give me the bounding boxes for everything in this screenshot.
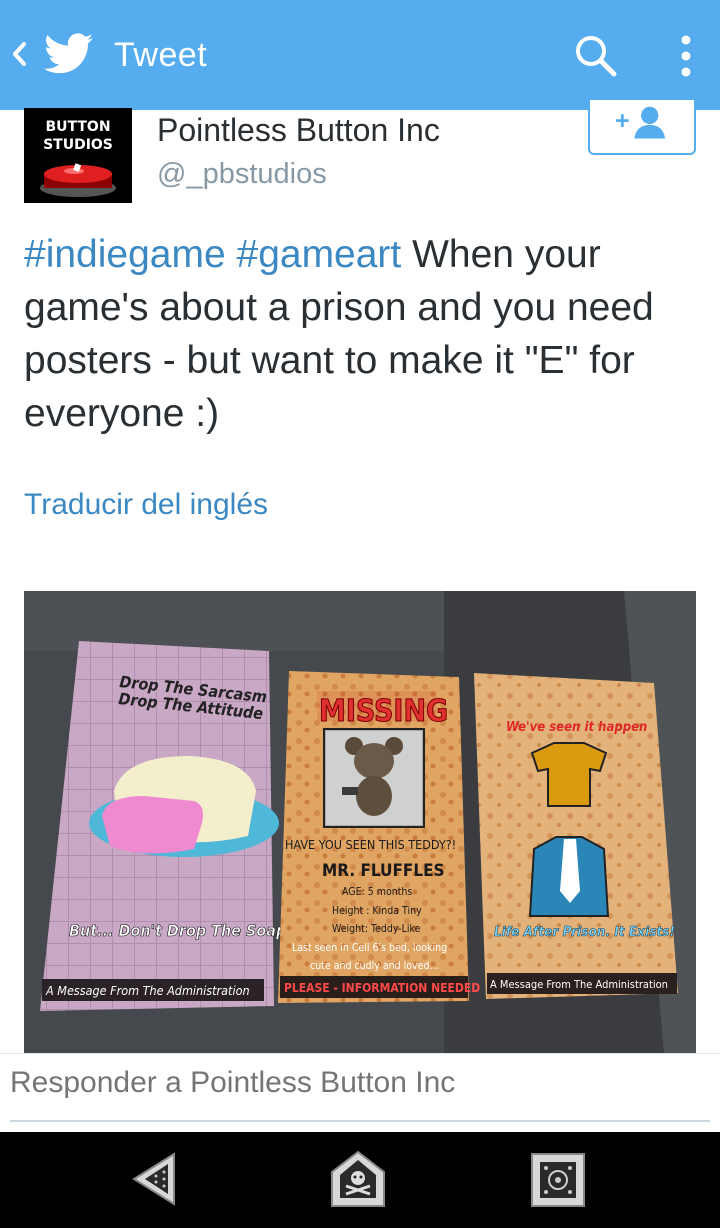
poster2-name: MR. FLUFFLES — [322, 861, 445, 881]
nav-back-icon[interactable] — [128, 1148, 188, 1210]
nav-recents-icon[interactable] — [528, 1148, 588, 1210]
follow-button[interactable]: + — [588, 100, 696, 155]
tweet-text: #indiegame #gameart When your game's abo… — [24, 228, 704, 440]
svg-text:+: + — [615, 107, 630, 135]
poster1-line3: But... Don't Drop The Soap — [69, 921, 286, 940]
poster2-weight: Weight: Teddy-Like — [332, 923, 421, 935]
poster-soap: Drop The Sarcasm Drop The Attitude But..… — [40, 641, 287, 1011]
poster2-seen2: cute and cudly and loved... — [310, 960, 438, 972]
poster2-footer: PLEASE - INFORMATION NEEDED — [284, 981, 480, 995]
poster-illustration: Drop The Sarcasm Drop The Attitude But..… — [24, 591, 696, 1053]
avatar[interactable]: BUTTON STUDIOS — [24, 108, 132, 203]
author-name[interactable]: Pointless Button Inc — [157, 112, 440, 149]
translate-link[interactable]: Traducir del inglés — [24, 488, 268, 522]
avatar-logo-text: BUTTON STUDIOS — [43, 119, 113, 153]
app-bar: Tweet — [0, 0, 720, 110]
twitter-bird-icon — [44, 33, 94, 74]
poster2-heading: MISSING — [319, 694, 448, 729]
poster1-footer: A Message From The Administration — [45, 983, 250, 998]
author-handle[interactable]: @_pbstudios — [157, 158, 327, 191]
poster2-question: HAVE YOU SEEN THIS TEDDY?! — [285, 837, 456, 852]
divider — [0, 1053, 720, 1054]
red-button-logo-icon — [40, 163, 116, 197]
poster3-heading: We've seen it happen — [506, 720, 647, 735]
system-nav-bar — [0, 1132, 720, 1228]
poster-life-after-prison: We've seen it happen Life After Prison. … — [474, 673, 678, 999]
hashtag-link[interactable]: #indiegame — [24, 233, 226, 276]
reply-underline — [10, 1120, 710, 1122]
poster2-height: Height : Kinda Tiny — [332, 905, 422, 917]
hashtag-link[interactable]: #gameart — [237, 233, 402, 276]
poster-missing: MISSING HAVE YOU SEEN THIS TEDDY?! MR. F… — [278, 671, 480, 1003]
poster2-seen1: Last seen in Cell 6's bed, looking — [292, 942, 447, 954]
poster2-age: AGE: 5 months — [342, 886, 412, 898]
poster3-tagline: Life After Prison. It Exists! — [494, 924, 675, 940]
poster3-footer: A Message From The Administration — [490, 978, 668, 991]
reply-input[interactable] — [10, 1066, 710, 1100]
more-vertical-icon[interactable] — [676, 32, 696, 80]
chevron-left-icon[interactable] — [8, 34, 30, 74]
tweet-media-image[interactable]: Drop The Sarcasm Drop The Attitude But..… — [24, 591, 696, 1053]
page-title: Tweet — [114, 36, 208, 74]
add-user-icon: + — [615, 106, 666, 139]
nav-home-icon[interactable] — [328, 1148, 388, 1210]
search-icon[interactable] — [572, 32, 618, 78]
